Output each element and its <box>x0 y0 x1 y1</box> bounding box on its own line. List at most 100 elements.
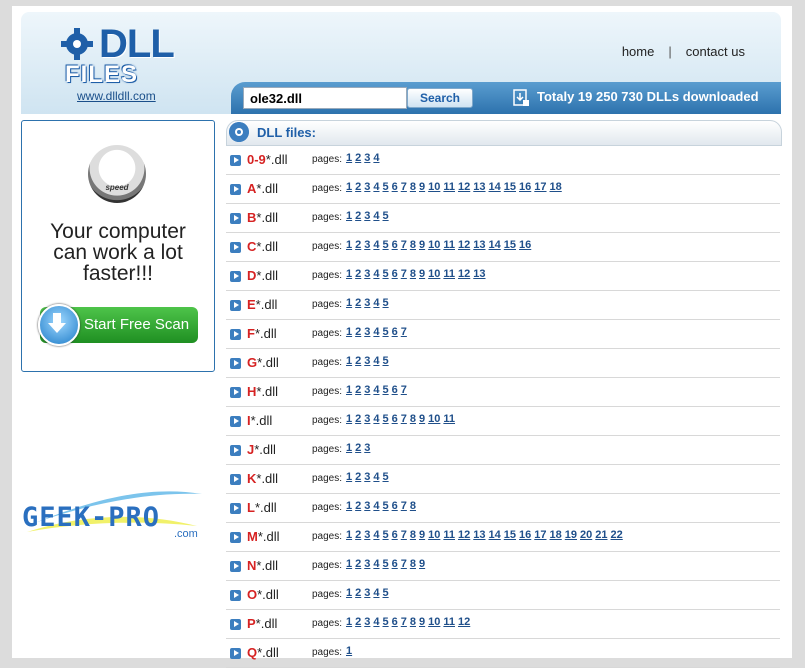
page-number-link[interactable]: 9 <box>419 239 425 251</box>
speed-ad-banner[interactable]: speed Your computer can work a lot faste… <box>21 120 215 372</box>
page-number-link[interactable]: 12 <box>458 616 470 628</box>
page-number-link[interactable]: 5 <box>383 616 389 628</box>
page-number-link[interactable]: 7 <box>401 268 407 280</box>
page-number-link[interactable]: 2 <box>355 355 361 367</box>
page-number-link[interactable]: 3 <box>364 587 370 599</box>
dll-letter-link[interactable]: H*.dll <box>247 384 278 399</box>
page-number-link[interactable]: 10 <box>428 181 440 193</box>
page-number-link[interactable]: 2 <box>355 413 361 425</box>
page-number-link[interactable]: 1 <box>346 268 352 280</box>
page-number-link[interactable]: 10 <box>428 529 440 541</box>
page-number-link[interactable]: 2 <box>355 152 361 164</box>
page-number-link[interactable]: 4 <box>373 181 379 193</box>
page-number-link[interactable]: 5 <box>383 587 389 599</box>
page-number-link[interactable]: 8 <box>410 500 416 512</box>
page-number-link[interactable]: 20 <box>580 529 592 541</box>
page-number-link[interactable]: 9 <box>419 616 425 628</box>
page-number-link[interactable]: 14 <box>489 181 501 193</box>
page-number-link[interactable]: 1 <box>346 558 352 570</box>
play-arrow-icon[interactable] <box>230 503 241 514</box>
page-number-link[interactable]: 9 <box>419 413 425 425</box>
page-number-link[interactable]: 5 <box>383 529 389 541</box>
page-number-link[interactable]: 4 <box>373 326 379 338</box>
page-number-link[interactable]: 5 <box>383 326 389 338</box>
page-number-link[interactable]: 9 <box>419 181 425 193</box>
dll-letter-link[interactable]: M*.dll <box>247 529 280 544</box>
play-arrow-icon[interactable] <box>230 619 241 630</box>
page-number-link[interactable]: 6 <box>392 326 398 338</box>
page-number-link[interactable]: 9 <box>419 268 425 280</box>
page-number-link[interactable]: 6 <box>392 268 398 280</box>
page-number-link[interactable]: 5 <box>383 181 389 193</box>
page-number-link[interactable]: 22 <box>611 529 623 541</box>
page-number-link[interactable]: 5 <box>383 268 389 280</box>
page-number-link[interactable]: 4 <box>373 239 379 251</box>
page-number-link[interactable]: 5 <box>383 210 389 222</box>
page-number-link[interactable]: 8 <box>410 239 416 251</box>
play-arrow-icon[interactable] <box>230 416 241 427</box>
site-url-link[interactable]: www.dlldll.com <box>77 89 156 103</box>
page-number-link[interactable]: 1 <box>346 384 352 396</box>
page-number-link[interactable]: 1 <box>346 442 352 454</box>
page-number-link[interactable]: 1 <box>346 500 352 512</box>
page-number-link[interactable]: 3 <box>364 152 370 164</box>
page-number-link[interactable]: 6 <box>392 181 398 193</box>
page-number-link[interactable]: 6 <box>392 384 398 396</box>
nav-contact-link[interactable]: contact us <box>686 44 745 59</box>
page-number-link[interactable]: 4 <box>373 413 379 425</box>
play-arrow-icon[interactable] <box>230 561 241 572</box>
page-number-link[interactable]: 4 <box>373 152 379 164</box>
page-number-link[interactable]: 10 <box>428 616 440 628</box>
page-number-link[interactable]: 5 <box>383 500 389 512</box>
page-number-link[interactable]: 12 <box>458 268 470 280</box>
page-number-link[interactable]: 11 <box>443 181 455 193</box>
page-number-link[interactable]: 4 <box>373 529 379 541</box>
page-number-link[interactable]: 16 <box>519 529 531 541</box>
page-number-link[interactable]: 1 <box>346 413 352 425</box>
dll-letter-link[interactable]: F*.dll <box>247 326 277 341</box>
page-number-link[interactable]: 11 <box>443 239 455 251</box>
site-logo[interactable]: DLL FILES <box>59 24 179 94</box>
dll-letter-link[interactable]: N*.dll <box>247 558 278 573</box>
page-number-link[interactable]: 11 <box>443 616 455 628</box>
dll-letter-link[interactable]: D*.dll <box>247 268 278 283</box>
dll-letter-link[interactable]: B*.dll <box>247 210 278 225</box>
dll-letter-link[interactable]: P*.dll <box>247 616 277 631</box>
page-number-link[interactable]: 17 <box>534 529 546 541</box>
page-number-link[interactable]: 1 <box>346 616 352 628</box>
page-number-link[interactable]: 2 <box>355 529 361 541</box>
page-number-link[interactable]: 13 <box>473 239 485 251</box>
page-number-link[interactable]: 6 <box>392 413 398 425</box>
page-number-link[interactable]: 10 <box>428 413 440 425</box>
page-number-link[interactable]: 3 <box>364 529 370 541</box>
page-number-link[interactable]: 4 <box>373 471 379 483</box>
page-number-link[interactable]: 2 <box>355 558 361 570</box>
page-number-link[interactable]: 5 <box>383 384 389 396</box>
dll-letter-link[interactable]: O*.dll <box>247 587 279 602</box>
page-number-link[interactable]: 11 <box>443 413 455 425</box>
page-number-link[interactable]: 11 <box>443 529 455 541</box>
page-number-link[interactable]: 5 <box>383 558 389 570</box>
page-number-link[interactable]: 13 <box>473 268 485 280</box>
dll-letter-link[interactable]: C*.dll <box>247 239 278 254</box>
page-number-link[interactable]: 2 <box>355 500 361 512</box>
page-number-link[interactable]: 4 <box>373 355 379 367</box>
page-number-link[interactable]: 1 <box>346 471 352 483</box>
page-number-link[interactable]: 4 <box>373 268 379 280</box>
page-number-link[interactable]: 6 <box>392 616 398 628</box>
play-arrow-icon[interactable] <box>230 184 241 195</box>
page-number-link[interactable]: 5 <box>383 297 389 309</box>
page-number-link[interactable]: 7 <box>401 616 407 628</box>
page-number-link[interactable]: 1 <box>346 326 352 338</box>
page-number-link[interactable]: 7 <box>401 529 407 541</box>
page-number-link[interactable]: 4 <box>373 587 379 599</box>
play-arrow-icon[interactable] <box>230 648 241 659</box>
page-number-link[interactable]: 13 <box>473 181 485 193</box>
page-number-link[interactable]: 9 <box>419 558 425 570</box>
page-number-link[interactable]: 18 <box>550 181 562 193</box>
page-number-link[interactable]: 19 <box>565 529 577 541</box>
play-arrow-icon[interactable] <box>230 329 241 340</box>
page-number-link[interactable]: 2 <box>355 471 361 483</box>
page-number-link[interactable]: 18 <box>550 529 562 541</box>
page-number-link[interactable]: 1 <box>346 355 352 367</box>
